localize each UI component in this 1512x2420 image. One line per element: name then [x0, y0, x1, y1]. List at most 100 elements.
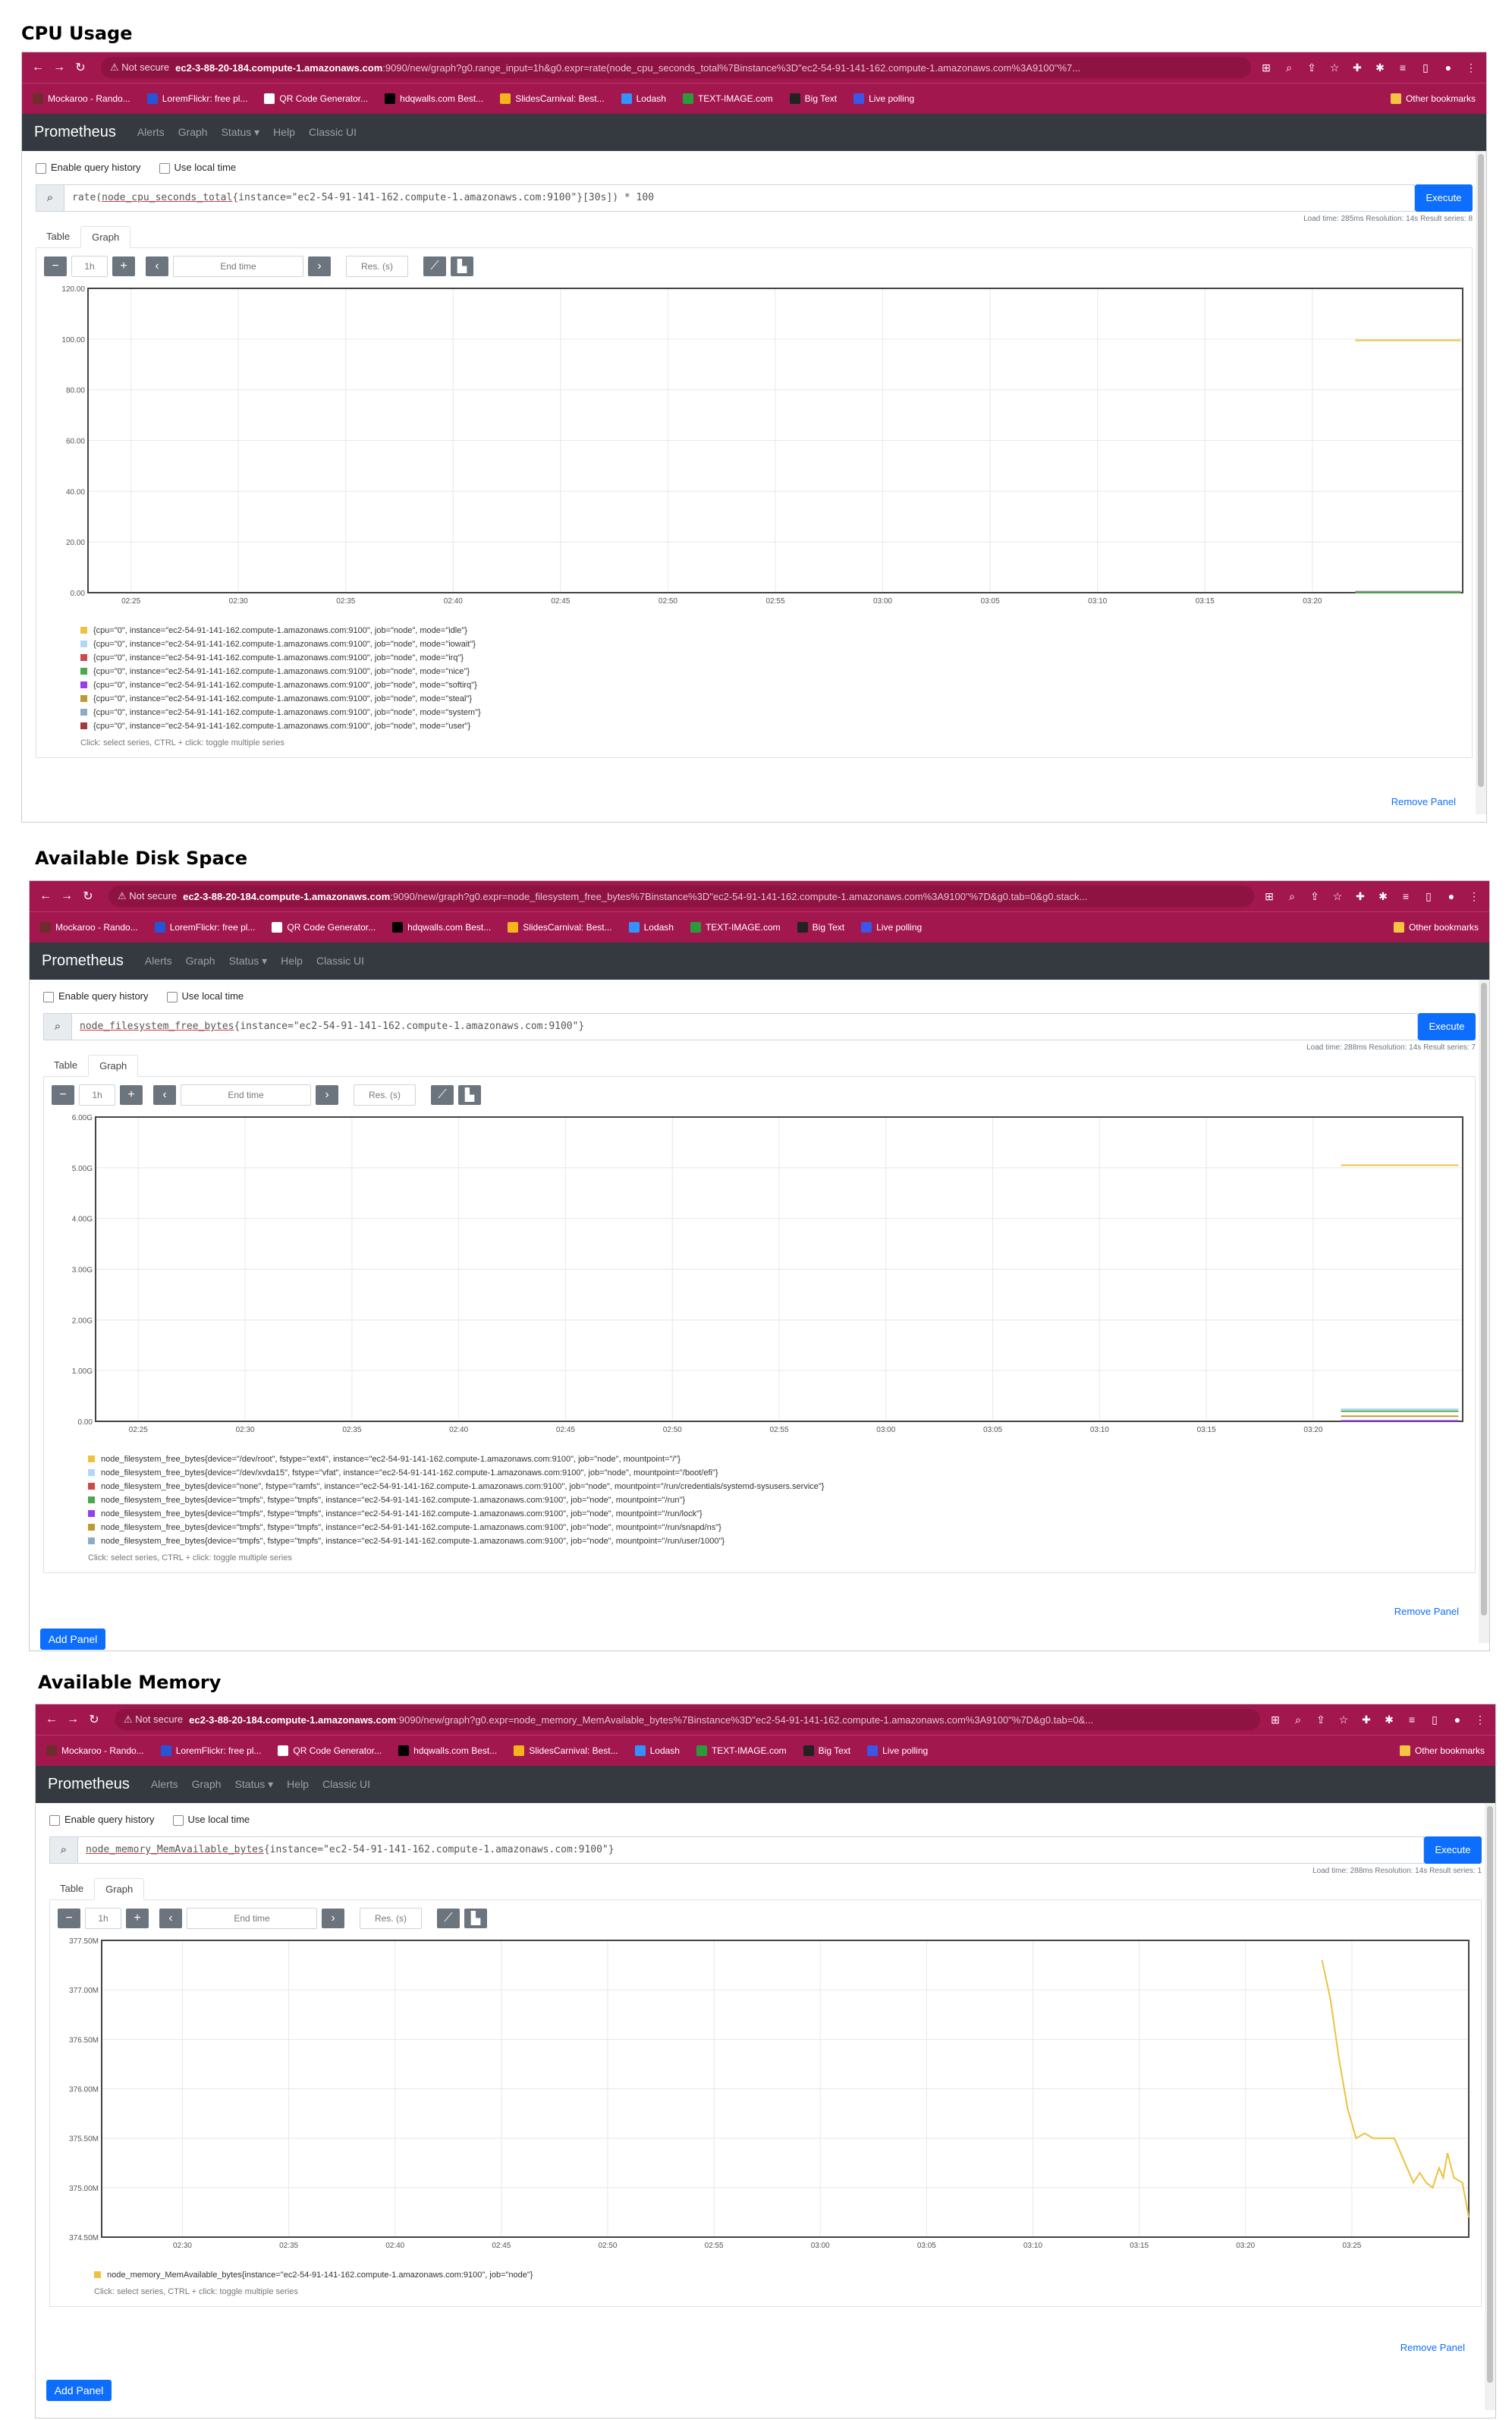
scrollbar-thumb[interactable]	[1481, 983, 1487, 1616]
bookmark-item[interactable]: Lodash	[628, 922, 674, 933]
range-input[interactable]: 1h	[79, 1084, 115, 1106]
range-increase-button[interactable]: +	[126, 1908, 149, 1928]
range-input[interactable]: 1h	[71, 255, 108, 277]
nav-link[interactable]: Help	[287, 1778, 309, 1790]
range-increase-button[interactable]: +	[120, 1084, 143, 1105]
legend-item[interactable]: {cpu="0", instance="ec2-54-91-141-162.co…	[80, 637, 1464, 651]
nav-link[interactable]: Alerts	[137, 126, 165, 138]
query-history-checkbox[interactable]: Enable query history	[49, 1814, 155, 1826]
bookmark-item[interactable]: Live polling	[867, 1745, 928, 1756]
end-time-input[interactable]: End time	[173, 255, 303, 277]
reload-icon[interactable]: ↻	[86, 1712, 102, 1727]
nav-link[interactable]: Status ▾	[222, 126, 260, 139]
url-bar[interactable]: ⚠ Not secure ec2-3-88-20-184.compute-1.am…	[108, 886, 1254, 907]
extension-icon[interactable]: ✚	[1350, 61, 1365, 74]
prometheus-brand[interactable]: Prometheus	[34, 124, 116, 141]
local-time-checkbox[interactable]: Use local time	[166, 990, 244, 1002]
profile-icon[interactable]: ●	[1441, 61, 1456, 74]
bookmark-item[interactable]: Big Text	[803, 1745, 850, 1756]
add-panel-button[interactable]: Add Panel	[46, 2380, 112, 2401]
legend-item[interactable]: {cpu="0", instance="ec2-54-91-141-162.co…	[80, 692, 1464, 706]
star-icon[interactable]: ☆	[1327, 61, 1342, 74]
url-bar[interactable]: ⚠ Not secure ec2-3-88-20-184.compute-1.am…	[101, 57, 1251, 78]
sidebar-icon[interactable]: ▯	[1421, 890, 1436, 903]
legend-item[interactable]: node_filesystem_free_bytes{device="none"…	[88, 1480, 1467, 1493]
legend-item[interactable]: node_filesystem_free_bytes{device="tmpfs…	[88, 1507, 1467, 1521]
bookmark-item[interactable]: QR Code Generator...	[264, 93, 368, 104]
bookmark-item[interactable]: TEXT-IMAGE.com	[682, 93, 773, 104]
bookmark-item[interactable]: Live polling	[853, 93, 914, 104]
bookmark-item[interactable]: SlidesCarnival: Best...	[514, 1745, 618, 1756]
checkbox-icon[interactable]	[36, 162, 46, 174]
legend-item[interactable]: {cpu="0", instance="ec2-54-91-141-162.co…	[80, 706, 1464, 719]
checkbox-icon[interactable]	[172, 1814, 184, 1826]
other-bookmarks[interactable]: Other bookmarks	[1390, 93, 1476, 104]
translate-icon[interactable]: ⊞	[1268, 1714, 1283, 1726]
legend-item[interactable]: {cpu="0", instance="ec2-54-91-141-162.co…	[80, 651, 1464, 665]
expression-input[interactable]: node_memory_MemAvailable_bytes {instance=…	[78, 1836, 1424, 1864]
scrollbar-thumb[interactable]	[1487, 1806, 1493, 2383]
query-history-checkbox[interactable]: Enable query history	[36, 162, 141, 174]
menu-icon[interactable]: ⋮	[1466, 890, 1482, 903]
local-time-checkbox[interactable]: Use local time	[159, 162, 236, 174]
stacked-chart-icon[interactable]: ▙	[464, 1908, 487, 1928]
bookmark-item[interactable]: SlidesCarnival: Best...	[508, 922, 612, 933]
expression-input[interactable]: rate(node_cpu_seconds_total {instance="ec…	[64, 184, 1415, 212]
scrollbar-thumb[interactable]	[1478, 154, 1484, 787]
bookmark-item[interactable]: hdqwalls.com Best...	[392, 922, 491, 933]
nav-link[interactable]: Status ▾	[235, 1778, 274, 1791]
prometheus-brand[interactable]: Prometheus	[42, 952, 124, 970]
bookmark-item[interactable]: LoremFlickr: free pl...	[146, 93, 247, 104]
chevron-right-icon[interactable]: ›	[322, 1908, 344, 1928]
bookmark-item[interactable]: SlidesCarnival: Best...	[500, 93, 605, 104]
bookmark-item[interactable]: QR Code Generator...	[278, 1745, 382, 1756]
nav-link[interactable]: Alerts	[151, 1778, 178, 1790]
bookmark-item[interactable]: LoremFlickr: free pl...	[160, 1745, 261, 1756]
page-scrollbar[interactable]	[1485, 1803, 1495, 2410]
nav-link[interactable]: Graph	[192, 1778, 222, 1790]
sidebar-icon[interactable]: ▯	[1418, 61, 1433, 74]
execute-button[interactable]: Execute	[1418, 1012, 1476, 1040]
translate-icon[interactable]: ⊞	[1259, 61, 1274, 74]
reload-icon[interactable]: ↻	[72, 60, 89, 75]
chevron-left-icon[interactable]: ‹	[159, 1908, 182, 1928]
media-icon[interactable]: ≡	[1404, 1714, 1419, 1726]
star-icon[interactable]: ☆	[1330, 890, 1345, 903]
forward-icon[interactable]: →	[64, 1713, 81, 1726]
add-panel-button[interactable]: Add Panel	[40, 1629, 105, 1650]
bookmark-item[interactable]: TEXT-IMAGE.com	[690, 922, 781, 933]
forward-icon[interactable]: →	[51, 61, 68, 74]
chevron-left-icon[interactable]: ‹	[146, 256, 168, 276]
bookmark-item[interactable]: Big Text	[797, 922, 844, 933]
tab-graph[interactable]: Graph	[80, 225, 131, 248]
legend-item[interactable]: {cpu="0", instance="ec2-54-91-141-162.co…	[80, 665, 1464, 678]
checkbox-icon[interactable]	[166, 991, 178, 1002]
remove-panel-link[interactable]: Remove Panel	[1400, 2342, 1465, 2353]
share-icon[interactable]: ⇪	[1307, 890, 1322, 903]
nav-link[interactable]: Alerts	[145, 955, 172, 967]
back-icon[interactable]: ←	[43, 1713, 60, 1726]
zoom-icon[interactable]: ⌕	[1281, 61, 1297, 74]
bookmark-item[interactable]: hdqwalls.com Best...	[398, 1745, 497, 1756]
end-time-input[interactable]: End time	[181, 1084, 311, 1106]
execute-button[interactable]: Execute	[1424, 1836, 1482, 1864]
tab-graph[interactable]: Graph	[88, 1054, 139, 1077]
puzzle-icon[interactable]: ✱	[1375, 890, 1391, 903]
remove-panel-link[interactable]: Remove Panel	[1394, 1606, 1459, 1617]
end-time-input[interactable]: End time	[187, 1907, 317, 1929]
checkbox-icon[interactable]	[43, 991, 54, 1002]
bookmark-item[interactable]: Big Text	[789, 93, 837, 104]
chevron-right-icon[interactable]: ›	[308, 256, 331, 276]
range-input[interactable]: 1h	[85, 1907, 121, 1929]
share-icon[interactable]: ⇪	[1313, 1714, 1328, 1726]
line-chart-icon[interactable]: ⟋	[423, 256, 446, 276]
stacked-chart-icon[interactable]: ▙	[458, 1084, 481, 1105]
page-scrollbar[interactable]	[1479, 980, 1489, 1643]
bookmark-item[interactable]: Lodash	[621, 93, 666, 104]
line-chart-icon[interactable]: ⟋	[431, 1084, 454, 1105]
tab-table[interactable]: Table	[36, 226, 80, 247]
puzzle-icon[interactable]: ✱	[1372, 61, 1388, 74]
legend-item[interactable]: node_filesystem_free_bytes{device="tmpfs…	[88, 1493, 1467, 1507]
reload-icon[interactable]: ↻	[80, 889, 96, 904]
local-time-checkbox[interactable]: Use local time	[172, 1814, 250, 1826]
